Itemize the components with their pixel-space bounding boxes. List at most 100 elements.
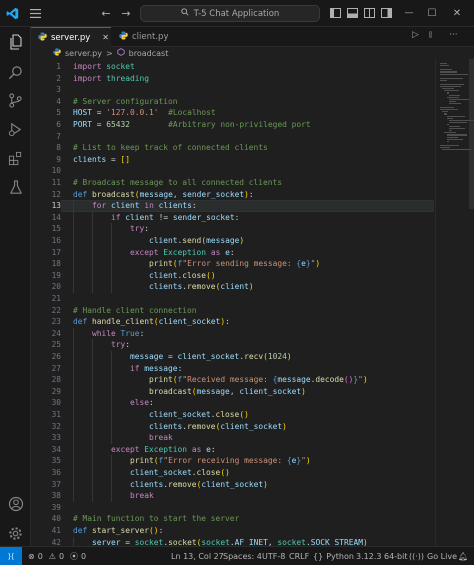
code-line[interactable]: client.send(message) xyxy=(73,235,244,247)
code-line[interactable]: def broadcast(message, sender_socket): xyxy=(73,189,254,201)
code-line[interactable]: try: xyxy=(73,223,149,235)
line-number: 4 xyxy=(56,96,61,106)
source-control-icon[interactable] xyxy=(0,87,31,113)
warning-icon: ⚠ xyxy=(48,551,56,561)
scrollbar-thumb[interactable] xyxy=(469,59,474,209)
code-line[interactable]: print(f"Error receiving message: {e}") xyxy=(73,455,311,467)
close-button[interactable]: ✕ xyxy=(446,5,468,21)
layout-sidebar-icon[interactable] xyxy=(328,6,342,20)
tab-server-py[interactable]: server.py ✕ xyxy=(31,27,111,47)
eol-setting[interactable]: CRLF xyxy=(289,547,309,565)
code-line[interactable]: HOST = '127.0.0.1' #Localhost xyxy=(73,107,216,119)
problems-indicator[interactable]: ⊗ 0 ⚠ 0 xyxy=(28,547,64,565)
line-number: 41 xyxy=(51,526,61,535)
code-line[interactable]: else: xyxy=(73,397,154,409)
go-live-button[interactable]: ((·)) Go Live xyxy=(409,547,457,565)
code-line[interactable]: import threading xyxy=(73,73,149,85)
menu-icon[interactable] xyxy=(27,5,43,21)
tab-client-py[interactable]: client.py xyxy=(112,27,178,47)
code-line[interactable]: # Broadcast message to all connected cli… xyxy=(73,177,282,189)
code-line[interactable]: for client in clients: xyxy=(73,200,197,212)
code-line[interactable]: PORT = 65432 #Arbitrary non-privileged p… xyxy=(73,119,311,131)
indentation-setting[interactable]: Spaces: 4 xyxy=(223,547,262,565)
code-line[interactable]: if client != sender_socket: xyxy=(73,212,239,224)
code-line[interactable]: if message: xyxy=(73,363,182,375)
breadcrumb-symbol[interactable]: broadcast xyxy=(129,49,169,58)
code-line[interactable]: try: xyxy=(73,339,130,351)
layout-panel-icon[interactable] xyxy=(345,6,359,20)
code-line[interactable]: clients = [] xyxy=(73,154,130,166)
code-line[interactable]: client_socket.close() xyxy=(73,409,249,421)
python-interpreter[interactable]: 3.12.3 64-bit xyxy=(356,547,408,565)
minimap-line xyxy=(440,69,453,71)
code-line[interactable]: clients.remove(client_socket) xyxy=(73,479,268,491)
command-center-search[interactable]: T-5 Chat Application xyxy=(140,5,320,22)
code-line[interactable]: client.close() xyxy=(73,270,216,282)
code-line[interactable]: break xyxy=(73,432,173,444)
encoding-setting[interactable]: UTF-8 xyxy=(262,547,285,565)
code-line[interactable]: import socket xyxy=(73,61,135,73)
remote-indicator-button[interactable]: ⟩⟨ xyxy=(0,547,22,565)
minimap-line xyxy=(440,73,468,75)
code-line[interactable]: except Exception as e: xyxy=(73,247,235,259)
maximize-button[interactable]: ☐ xyxy=(421,5,443,21)
notifications-bell-icon[interactable]: 🔔︎ xyxy=(458,547,468,565)
code-line[interactable]: client_socket.close() xyxy=(73,467,230,479)
python-file-icon xyxy=(38,31,47,44)
editor-scrollbar[interactable] xyxy=(468,59,474,546)
ports-indicator[interactable]: ⦿ 0 xyxy=(70,547,86,565)
code-line[interactable]: # Main function to start the server xyxy=(73,513,239,525)
code-line[interactable]: except Exception as e: xyxy=(73,444,216,456)
code-line[interactable]: while True: xyxy=(73,328,144,340)
run-file-button[interactable]: ▷ xyxy=(412,30,419,40)
customize-layout-icon[interactable] xyxy=(379,6,393,20)
code-line[interactable]: clients.remove(client) xyxy=(73,281,254,293)
minimize-button[interactable]: — xyxy=(398,5,420,21)
minimap-line xyxy=(446,134,468,136)
nav-back-button[interactable]: ← xyxy=(99,5,113,21)
split-editor-button[interactable]: ⫾ xyxy=(429,30,432,40)
minimap-line xyxy=(440,79,447,81)
line-number: 2 xyxy=(56,73,61,83)
layout-grid-icon[interactable] xyxy=(362,6,376,20)
code-line[interactable]: clients.remove(client_socket) xyxy=(73,421,287,433)
minimap-line xyxy=(440,84,465,86)
code-line[interactable]: break xyxy=(73,490,154,502)
breadcrumb-file[interactable]: server.py xyxy=(65,49,102,58)
accounts-icon[interactable] xyxy=(0,491,31,517)
minimap-line xyxy=(440,63,448,65)
extensions-icon[interactable] xyxy=(0,145,31,171)
minimap-line xyxy=(444,113,447,115)
more-actions-button[interactable]: ··· xyxy=(449,30,458,40)
code-line[interactable]: def handle_client(client_socket): xyxy=(73,316,230,328)
code-line[interactable]: broadcast(message, client_socket) xyxy=(73,386,306,398)
tab-close-icon[interactable]: ✕ xyxy=(102,33,109,42)
code-editor[interactable]: 1 2 3 4 5 6 7 8 9 10 11 12 13 14 15 16 17 18 19 20 21 22 23 24 2… xyxy=(31,59,474,546)
line-number: 29 xyxy=(51,386,61,396)
line-number: 38 xyxy=(51,491,61,501)
explorer-icon[interactable] xyxy=(0,29,31,55)
language-mode[interactable]: {} Python xyxy=(313,547,354,565)
cursor-position[interactable]: Ln 13, Col 27 xyxy=(171,547,224,565)
settings-gear-icon[interactable] xyxy=(0,520,31,546)
code-line[interactable]: def start_server(): xyxy=(73,525,163,537)
minimap-line xyxy=(440,65,449,67)
code-line[interactable]: # Handle client connection xyxy=(73,305,197,317)
python-file-icon xyxy=(119,31,128,43)
testing-flask-icon[interactable] xyxy=(0,174,31,200)
tab-label: client.py xyxy=(132,32,169,42)
run-debug-icon[interactable] xyxy=(0,116,31,142)
code-line[interactable]: message = client_socket.recv(1024) xyxy=(73,351,292,363)
code-line[interactable]: server = socket.socket(socket.AF_INET, s… xyxy=(73,537,368,546)
search-icon[interactable] xyxy=(0,59,31,85)
line-number: 8 xyxy=(56,143,61,153)
code-line[interactable]: print(f"Error sending message: {e}") xyxy=(73,258,320,270)
line-number: 31 xyxy=(51,410,61,419)
nav-forward-button[interactable]: → xyxy=(119,5,133,21)
code-line[interactable]: # List to keep track of connected client… xyxy=(73,142,268,154)
code-line[interactable]: # Server configuration xyxy=(73,96,178,108)
minimap-line xyxy=(446,115,466,117)
code-line[interactable]: print(f"Received message: {message.decod… xyxy=(73,374,368,386)
activity-bar xyxy=(0,27,31,546)
line-number: 9 xyxy=(56,154,61,164)
